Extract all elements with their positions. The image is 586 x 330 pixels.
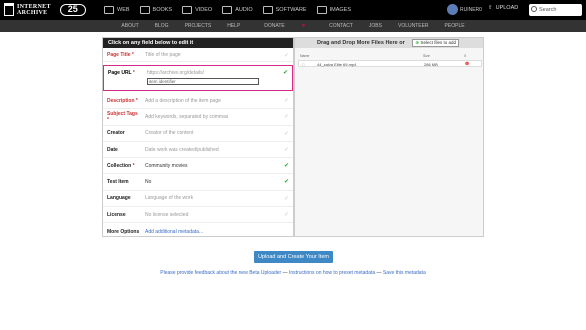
- field-subject-tags[interactable]: Subject Tags * Add keywords, separated b…: [103, 109, 293, 126]
- select-files-button[interactable]: ⊕ Select files to add: [412, 39, 459, 47]
- metadata-form: Click on any field below to edit it Page…: [102, 37, 294, 237]
- anniversary-badge: 25: [59, 3, 86, 16]
- remove-file-icon[interactable]: ⊗: [465, 61, 469, 67]
- field-page-title[interactable]: Page Title * Title of the page ✔: [103, 48, 293, 62]
- search-input[interactable]: Search: [529, 4, 582, 16]
- logo-line1: INTERNET: [17, 3, 51, 10]
- check-icon: ✔: [283, 98, 289, 104]
- drop-zone[interactable]: Drag and Drop More Files Here or ⊕ Selec…: [295, 38, 483, 48]
- heart-icon: ♥: [302, 23, 306, 29]
- check-icon: ✔: [283, 212, 289, 219]
- software-icon: [262, 6, 273, 14]
- upload-create-button[interactable]: Upload and Create Your Item: [254, 251, 333, 263]
- media-nav: WEB BOOKS VIDEO AUDIO SOFTWARE IMAGES: [104, 0, 351, 20]
- form-header: Click on any field below to edit it: [103, 38, 293, 48]
- media-nav-images[interactable]: IMAGES: [316, 6, 351, 14]
- field-test-item[interactable]: Test Item No ✔: [103, 174, 293, 191]
- subnav-people[interactable]: PEOPLE: [437, 23, 473, 29]
- field-creator[interactable]: Creator Creator of the content ✔: [103, 126, 293, 142]
- field-more-options[interactable]: More Options Add additional metadata...: [103, 223, 293, 239]
- subnav-blog[interactable]: BLOG: [147, 23, 177, 29]
- subnav-help[interactable]: HELP: [219, 23, 248, 29]
- field-date[interactable]: Date Date work was created/published ✔: [103, 142, 293, 159]
- check-icon: ✔: [283, 163, 289, 170]
- media-nav-audio[interactable]: AUDIO: [222, 6, 253, 14]
- username: RUINER0: [460, 6, 482, 13]
- audio-icon: [222, 6, 233, 14]
- plus-icon: ⊕: [415, 40, 420, 45]
- top-navigation-bar: INTERNET ARCHIVE 25 WEB BOOKS VIDEO AUDI…: [0, 0, 586, 20]
- upload-icon: ⇧: [488, 5, 493, 11]
- subnav-about[interactable]: ABOUT: [113, 23, 146, 29]
- video-icon: [182, 6, 193, 14]
- web-icon: [104, 6, 114, 14]
- field-description[interactable]: Description * Add a description of the i…: [103, 93, 293, 110]
- file-type-icon: □: [302, 62, 305, 67]
- check-icon: ✔: [283, 179, 289, 186]
- avatar: [447, 4, 458, 15]
- check-icon: ✔: [283, 53, 289, 59]
- field-page-url[interactable]: Page URL * https://archive.org/details/ …: [103, 65, 293, 91]
- search-icon: [531, 6, 537, 12]
- field-language[interactable]: Language Language of the work ✔: [103, 191, 293, 208]
- check-icon: ✔: [283, 195, 289, 202]
- upload-link[interactable]: ⇧ UPLOAD: [488, 5, 518, 11]
- check-icon: ✔: [282, 70, 288, 76]
- media-nav-video[interactable]: VIDEO: [182, 6, 212, 14]
- secondary-nav: ABOUT BLOG PROJECTS HELP DONATE ♥ CONTAC…: [0, 20, 586, 32]
- media-nav-books[interactable]: BOOKS: [139, 6, 172, 14]
- check-icon: ✔: [283, 146, 289, 153]
- check-icon: ✔: [283, 114, 289, 121]
- identifier-input[interactable]: item identifier: [147, 78, 259, 85]
- file-table-header: Name Size X: [300, 54, 467, 58]
- instructions-link[interactable]: Instructions on how to preset metadata: [289, 270, 375, 276]
- media-nav-web[interactable]: WEB: [104, 6, 130, 14]
- add-metadata-link[interactable]: Add additional metadata...: [141, 229, 203, 235]
- subnav-projects[interactable]: PROJECTS: [177, 23, 220, 29]
- save-metadata-link[interactable]: Save this metadata: [383, 270, 426, 276]
- file-list-panel: Drag and Drop More Files Here or ⊕ Selec…: [294, 37, 484, 237]
- subnav-contact[interactable]: CONTACT: [321, 23, 361, 29]
- subnav-volunteer[interactable]: VOLUNTEER: [390, 23, 437, 29]
- books-icon: [139, 6, 150, 14]
- footer-links: Please provide feedback about the new Be…: [160, 270, 426, 276]
- user-menu[interactable]: RUINER0: [447, 4, 482, 15]
- internet-archive-logo[interactable]: INTERNET ARCHIVE 25: [4, 3, 86, 16]
- media-nav-software[interactable]: SOFTWARE: [262, 6, 307, 14]
- field-license[interactable]: License No license selected ✔: [103, 207, 293, 224]
- check-icon: ✔: [283, 130, 289, 137]
- logo-line2: ARCHIVE: [17, 9, 48, 16]
- feedback-link[interactable]: Please provide feedback about the new Be…: [160, 270, 281, 276]
- table-row: □ 44_zalva Elite 69.mp4 286 MB ⊗: [298, 60, 482, 67]
- subnav-donate[interactable]: DONATE ♥: [248, 23, 321, 29]
- page-title-placeholder: Title of the page: [145, 51, 181, 58]
- field-collection[interactable]: Collection * Community movies ✔: [103, 158, 293, 175]
- images-icon: [316, 6, 327, 14]
- url-prefix: https://archive.org/details/: [147, 70, 204, 76]
- subnav-jobs[interactable]: JOBS: [361, 23, 390, 29]
- archive-building-icon: [4, 3, 14, 16]
